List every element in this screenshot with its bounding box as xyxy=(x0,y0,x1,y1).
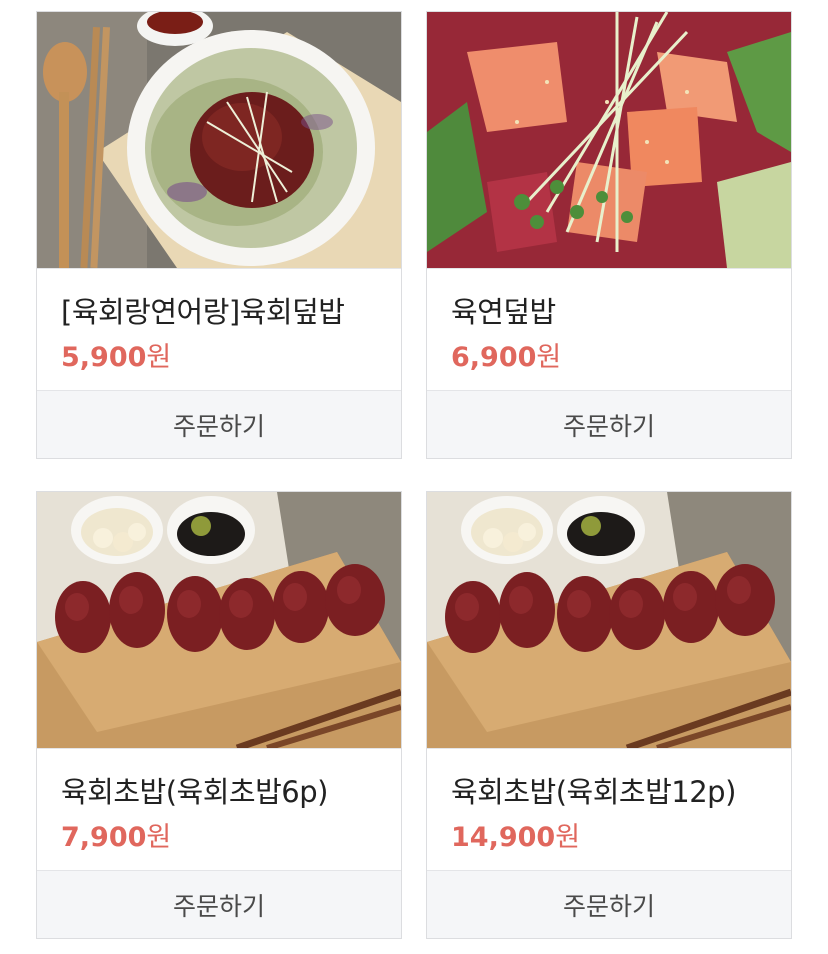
price-amount: 14,900 xyxy=(451,822,556,853)
product-photo-yukhoe-rice-bowl[interactable] xyxy=(37,12,401,268)
product-price: 14,900원 xyxy=(451,815,580,854)
price-amount: 7,900 xyxy=(61,822,147,853)
product-info: [육회랑연어랑]육회덮밥 5,900원 xyxy=(37,268,401,390)
product-name: [육회랑연어랑]육회덮밥 xyxy=(61,295,345,329)
product-name: 육회초밥(육회초밥6p) xyxy=(61,775,328,809)
order-button[interactable]: 주문하기 xyxy=(427,390,791,458)
product-photo-yukhoe-sushi[interactable] xyxy=(427,492,791,748)
price-currency: 원 xyxy=(536,342,562,373)
product-card[interactable]: 육회초밥(육회초밥6p) 7,900원 주문하기 xyxy=(36,491,402,939)
product-card[interactable]: 육회초밥(육회초밥12p) 14,900원 주문하기 xyxy=(426,491,792,939)
product-name: 육회초밥(육회초밥12p) xyxy=(451,775,736,809)
order-button[interactable]: 주문하기 xyxy=(37,390,401,458)
bowl-photo-image xyxy=(37,12,401,268)
product-name: 육연덮밥 xyxy=(451,295,556,329)
product-photo-yukhoe-salmon-bowl[interactable] xyxy=(427,12,791,268)
price-currency: 원 xyxy=(146,342,172,373)
product-price: 6,900원 xyxy=(451,335,561,374)
product-price: 5,900원 xyxy=(61,335,171,374)
order-button[interactable]: 주문하기 xyxy=(427,870,791,938)
product-price: 7,900원 xyxy=(61,815,171,854)
product-card[interactable]: [육회랑연어랑]육회덮밥 5,900원 주문하기 xyxy=(36,11,402,459)
bowl-photo-image xyxy=(427,12,791,268)
sushi-photo-image xyxy=(37,492,401,748)
price-amount: 6,900 xyxy=(451,342,537,373)
price-currency: 원 xyxy=(555,822,581,853)
product-info: 육회초밥(육회초밥6p) 7,900원 xyxy=(37,748,401,870)
order-button[interactable]: 주문하기 xyxy=(37,870,401,938)
product-photo-yukhoe-sushi[interactable] xyxy=(37,492,401,748)
product-info: 육연덮밥 6,900원 xyxy=(427,268,791,390)
product-info: 육회초밥(육회초밥12p) 14,900원 xyxy=(427,748,791,870)
price-amount: 5,900 xyxy=(61,342,147,373)
sushi-photo-image xyxy=(427,492,791,748)
price-currency: 원 xyxy=(146,822,172,853)
product-card[interactable]: 육연덮밥 6,900원 주문하기 xyxy=(426,11,792,459)
